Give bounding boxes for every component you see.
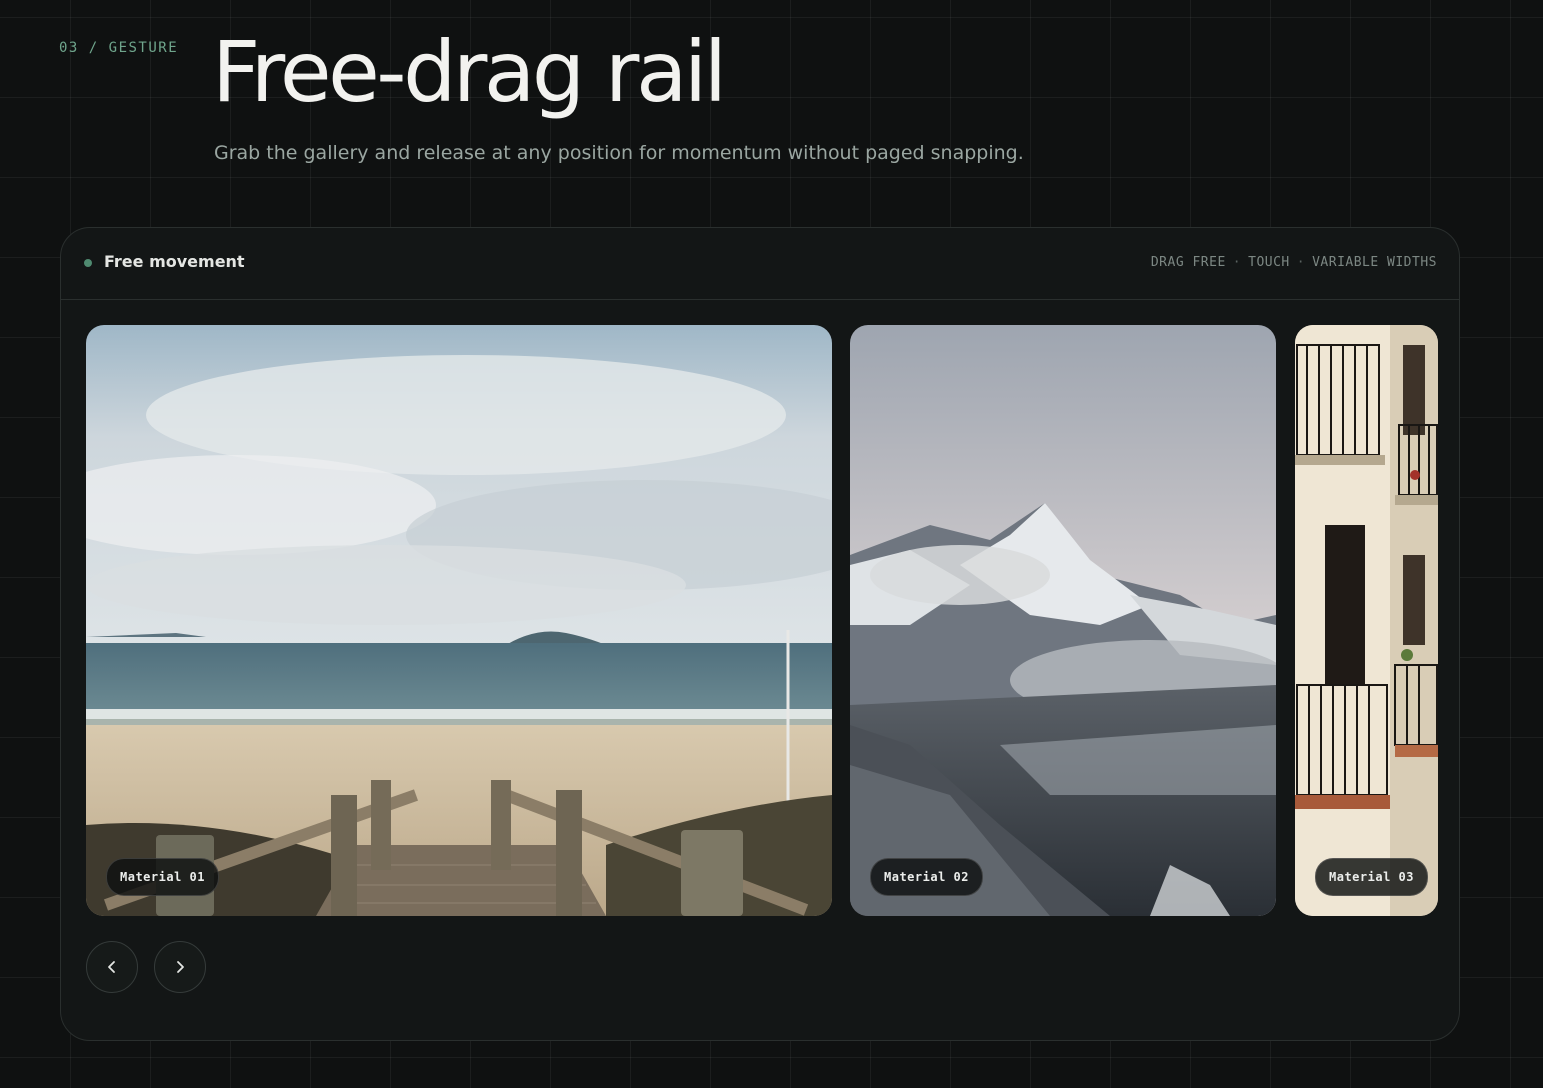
tag-separator: · [1296, 255, 1306, 270]
panel-title: Free movement [104, 252, 245, 271]
slide-label: Material 03 [1315, 858, 1428, 896]
gallery-rail[interactable]: Material 01 Material 02 Material 03 [86, 325, 1438, 916]
page-title: Free-drag rail [212, 23, 727, 121]
panel-header: Free movement DRAG FREE · TOUCH · VARIABLE W… [61, 228, 1459, 300]
chevron-right-icon [177, 961, 184, 973]
tag-separator: · [1232, 255, 1242, 270]
gallery-slide[interactable]: Material 01 [86, 325, 832, 916]
feature-tags: DRAG FREE · TOUCH · VARIABLE WIDTHS [1151, 255, 1437, 270]
chevron-left-icon [108, 961, 115, 973]
next-button[interactable] [154, 941, 206, 993]
snowy-mountain-image [850, 325, 1276, 916]
building-balconies-image [1295, 325, 1438, 916]
status-dot-icon [84, 259, 92, 267]
tag-drag-free: DRAG FREE [1150, 255, 1226, 270]
slide-label: Material 02 [870, 858, 983, 896]
gallery-slide[interactable]: Material 03 [1295, 325, 1438, 916]
slide-label: Material 01 [106, 858, 219, 896]
section-eyebrow: 03 / GESTURE [59, 40, 179, 56]
gallery-panel: Free movement DRAG FREE · TOUCH · VARIABLE W… [60, 227, 1460, 1041]
page-subtitle: Grab the gallery and release at any posi… [214, 142, 1024, 164]
beach-boardwalk-image [86, 325, 832, 916]
tag-touch: TOUCH [1248, 255, 1290, 270]
gallery-slide[interactable]: Material 02 [850, 325, 1276, 916]
prev-button[interactable] [86, 941, 138, 993]
tag-variable-widths: VARIABLE WIDTHS [1312, 255, 1437, 270]
